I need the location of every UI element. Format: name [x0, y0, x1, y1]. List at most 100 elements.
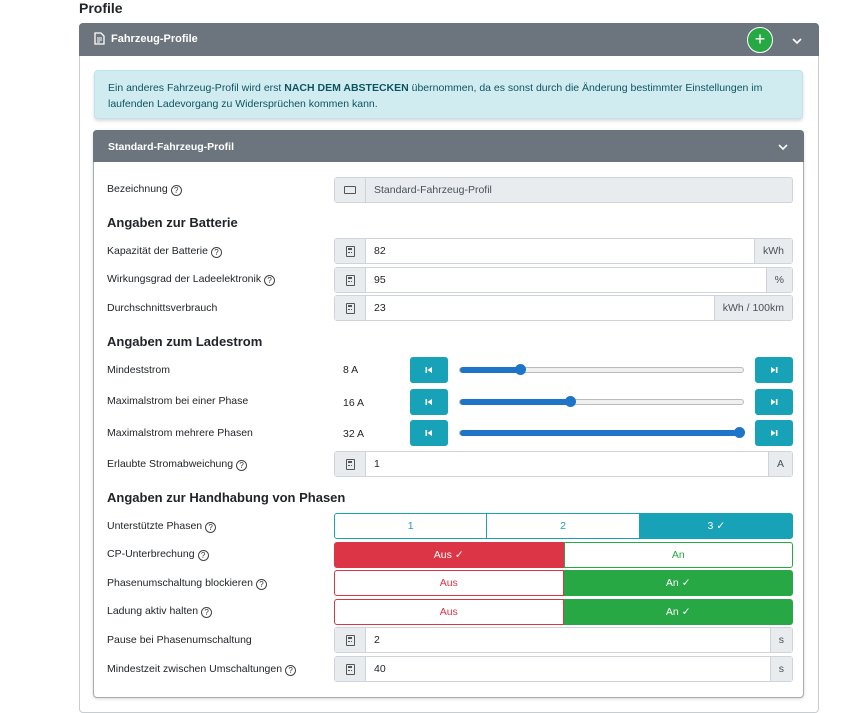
capacity-label: Kapazität der Batterie?: [107, 245, 222, 258]
min-current-value: 8 A: [343, 364, 359, 376]
step-forward-icon: [771, 399, 778, 405]
calculator-icon: [345, 274, 355, 286]
chevron-down-icon[interactable]: [777, 141, 789, 153]
deviation-input[interactable]: 1 A: [334, 451, 793, 477]
max1-current-slider[interactable]: [459, 396, 744, 407]
keep-active-off-button[interactable]: Aus: [334, 599, 564, 625]
alert-text-bold: NACH DEM ABSTECKEN: [284, 82, 409, 94]
step-forward-icon: [771, 367, 778, 373]
min-time-value[interactable]: 40: [366, 657, 770, 681]
min-current-increase-button[interactable]: [755, 357, 793, 383]
keep-active-label: Ladung aktiv halten?: [107, 605, 213, 618]
add-profile-button[interactable]: +: [747, 27, 773, 53]
switch-block-group: Aus An ✓: [334, 570, 793, 596]
max1-current-value: 16 A: [343, 397, 365, 409]
check-icon: ✓: [716, 520, 726, 532]
cp-on-button[interactable]: An: [563, 542, 793, 568]
step-backward-icon: [425, 430, 432, 436]
help-icon[interactable]: ?: [264, 275, 276, 286]
help-icon[interactable]: ?: [236, 460, 248, 471]
min-time-input[interactable]: 40 s: [334, 656, 793, 682]
step-forward-icon: [771, 430, 778, 436]
cp-off-button[interactable]: Aus ✓: [334, 542, 564, 568]
switch-block-on-button[interactable]: An ✓: [563, 570, 793, 596]
min-current-decrease-button[interactable]: [410, 357, 448, 383]
check-icon: ✓: [681, 606, 691, 618]
calculator-icon: [345, 663, 355, 675]
phase-option-2[interactable]: 2: [487, 513, 640, 539]
standard-profile-title: Standard-Fahrzeug-Profil: [108, 141, 235, 153]
capacity-input[interactable]: 82 kWh: [334, 238, 793, 264]
efficiency-label: Wirkungsgrad der Ladeelektronik?: [107, 273, 276, 286]
help-icon[interactable]: ?: [197, 550, 209, 561]
name-label: Bezeichnung?: [107, 183, 182, 196]
efficiency-input[interactable]: 95 %: [334, 267, 793, 293]
capacity-unit: kWh: [754, 239, 792, 263]
slider-fill: [460, 430, 740, 436]
min-current-slider[interactable]: [459, 364, 744, 375]
calculator-icon: [345, 245, 355, 257]
check-icon: ✓: [454, 549, 464, 561]
phases-section-heading: Angaben zur Handhabung von Phasen: [107, 490, 346, 505]
help-icon[interactable]: ?: [170, 185, 182, 196]
slider-thumb[interactable]: [515, 364, 526, 375]
supported-phases-group: 1 2 3 ✓: [334, 513, 793, 539]
max3-current-decrease-button[interactable]: [410, 420, 448, 446]
slider-thumb[interactable]: [734, 427, 745, 438]
deviation-value[interactable]: 1: [366, 452, 768, 476]
help-icon[interactable]: ?: [255, 579, 267, 590]
consumption-unit: kWh / 100km: [713, 296, 792, 320]
capacity-value[interactable]: 82: [366, 239, 754, 263]
max3-current-value: 32 A: [343, 428, 365, 440]
step-backward-icon: [425, 367, 432, 373]
pause-label: Pause bei Phasenumschaltung: [107, 634, 252, 646]
slider-fill: [460, 399, 571, 405]
max3-current-label: Maximalstrom mehrere Phasen: [107, 427, 253, 439]
keep-active-group: Aus An ✓: [334, 599, 793, 625]
vehicle-profiles-title: Fahrzeug-Profile: [111, 33, 198, 45]
help-icon[interactable]: ?: [285, 665, 297, 676]
switch-block-off-button[interactable]: Aus: [334, 570, 564, 596]
calculator-icon: [345, 458, 355, 470]
name-value[interactable]: Standard-Fahrzeug-Profil: [366, 178, 792, 202]
help-icon[interactable]: ?: [210, 247, 222, 258]
consumption-input[interactable]: 23 kWh / 100km: [334, 295, 793, 321]
pause-unit: s: [769, 628, 792, 652]
chevron-down-icon[interactable]: [791, 35, 803, 47]
consumption-label: Durchschnittsverbrauch: [107, 302, 218, 314]
pause-value[interactable]: 2: [366, 628, 770, 652]
slider-thumb[interactable]: [565, 396, 576, 407]
cp-interruption-label: CP-Unterbrechung?: [107, 548, 209, 561]
calculator-icon: [345, 302, 355, 314]
info-alert: Ein anderes Fahrzeug-Profil wird erst NA…: [94, 70, 803, 119]
max1-current-decrease-button[interactable]: [410, 389, 448, 415]
min-time-unit: s: [769, 657, 792, 681]
deviation-label: Erlaubte Stromabweichung?: [107, 458, 248, 471]
supported-phases-label: Unterstützte Phasen?: [107, 520, 217, 533]
document-icon: [94, 32, 105, 45]
current-section-heading: Angaben zum Ladestrom: [107, 334, 263, 349]
consumption-value[interactable]: 23: [366, 296, 714, 320]
check-icon: ✓: [681, 577, 691, 589]
deviation-unit: A: [767, 452, 792, 476]
keep-active-on-button[interactable]: An ✓: [563, 599, 793, 625]
vehicle-profiles-header[interactable]: Fahrzeug-Profile +: [79, 23, 819, 56]
page-title: Profile: [79, 0, 123, 16]
min-time-label: Mindestzeit zwischen Umschaltungen?: [107, 663, 297, 676]
help-icon[interactable]: ?: [201, 607, 213, 618]
phase-option-3[interactable]: 3 ✓: [639, 513, 793, 539]
pause-input[interactable]: 2 s: [334, 627, 793, 653]
cp-interruption-group: Aus ✓ An: [334, 542, 793, 568]
battery-section-heading: Angaben zur Batterie: [107, 215, 238, 230]
max3-current-slider[interactable]: [459, 427, 745, 438]
efficiency-value[interactable]: 95: [366, 268, 766, 292]
step-backward-icon: [425, 399, 432, 405]
max1-current-label: Maximalstrom bei einer Phase: [107, 395, 249, 407]
help-icon[interactable]: ?: [205, 522, 217, 533]
phase-option-1[interactable]: 1: [334, 513, 488, 539]
max3-current-increase-button[interactable]: [755, 420, 793, 446]
name-field[interactable]: Standard-Fahrzeug-Profil: [334, 177, 793, 203]
max1-current-increase-button[interactable]: [755, 389, 793, 415]
keyboard-icon: [344, 186, 356, 194]
standard-profile-header[interactable]: Standard-Fahrzeug-Profil: [93, 130, 804, 162]
